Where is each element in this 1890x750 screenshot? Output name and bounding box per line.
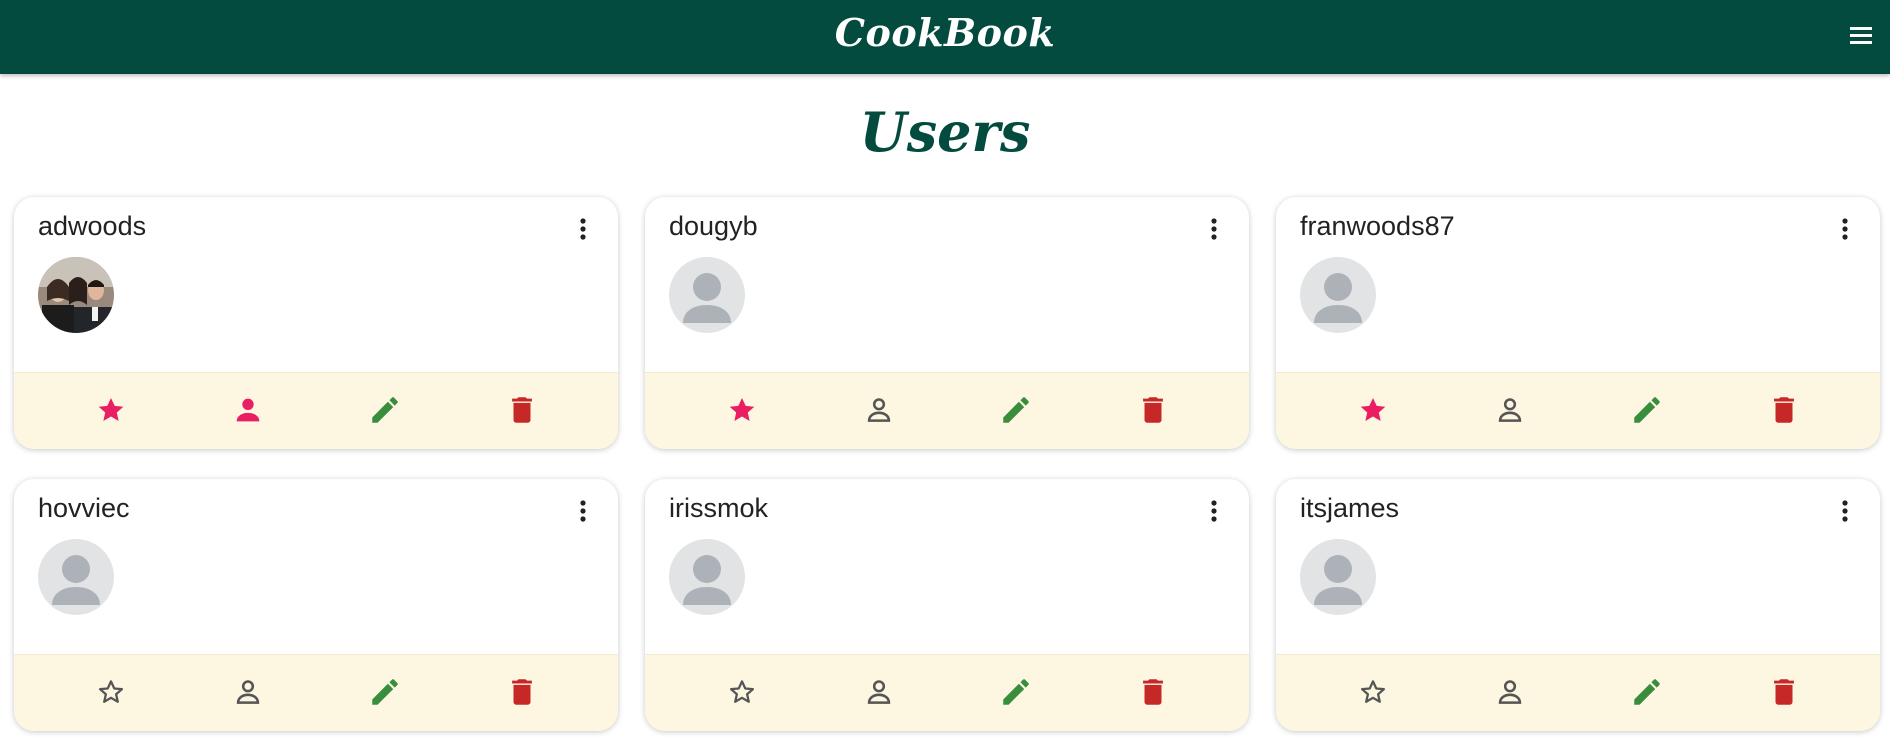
delete-trash-icon[interactable]: [505, 393, 539, 427]
more-options-icon[interactable]: [1209, 499, 1219, 523]
profile-person-filled-icon[interactable]: [231, 393, 265, 427]
profile-person-outline-icon[interactable]: [862, 675, 896, 709]
user-card: dougyb: [645, 197, 1249, 449]
card-actions: [645, 372, 1249, 449]
edit-pencil-icon[interactable]: [1630, 675, 1664, 709]
default-avatar-icon: [1300, 257, 1376, 333]
username: itsjames: [1300, 493, 1400, 523]
page-title: Users: [859, 100, 1031, 164]
default-avatar-icon: [669, 257, 745, 333]
user-card: itsjames: [1276, 479, 1880, 731]
delete-trash-icon[interactable]: [1767, 675, 1801, 709]
profile-person-outline-icon[interactable]: [231, 675, 265, 709]
favorite-star-filled-icon[interactable]: [94, 393, 128, 427]
hamburger-menu-icon[interactable]: [1848, 24, 1874, 46]
delete-trash-icon[interactable]: [505, 675, 539, 709]
delete-trash-icon[interactable]: [1136, 393, 1170, 427]
user-card: franwoods87: [1276, 197, 1880, 449]
card-actions: [14, 654, 618, 731]
more-options-icon[interactable]: [1840, 217, 1850, 241]
username: adwoods: [38, 211, 147, 241]
default-avatar-icon: [38, 539, 114, 615]
card-actions: [1276, 372, 1880, 449]
username: hovviec: [38, 493, 130, 523]
delete-trash-icon[interactable]: [1136, 675, 1170, 709]
edit-pencil-icon[interactable]: [999, 675, 1033, 709]
favorite-star-outline-icon[interactable]: [94, 675, 128, 709]
user-avatar-photo: [38, 257, 114, 333]
default-avatar-icon: [1300, 539, 1376, 615]
favorite-star-filled-icon[interactable]: [1356, 393, 1390, 427]
profile-person-outline-icon[interactable]: [1493, 393, 1527, 427]
app-header: CookBook: [0, 0, 1890, 74]
edit-pencil-icon[interactable]: [368, 393, 402, 427]
app-logo[interactable]: CookBook: [0, 10, 1890, 55]
more-options-icon[interactable]: [1209, 217, 1219, 241]
more-options-icon[interactable]: [578, 217, 588, 241]
delete-trash-icon[interactable]: [1767, 393, 1801, 427]
username: irissmok: [669, 493, 768, 523]
favorite-star-outline-icon[interactable]: [725, 675, 759, 709]
username: franwoods87: [1300, 211, 1455, 241]
favorite-star-filled-icon[interactable]: [725, 393, 759, 427]
default-avatar-icon: [669, 539, 745, 615]
user-card: irissmok: [645, 479, 1249, 731]
user-card: adwoods: [14, 197, 618, 449]
profile-person-outline-icon[interactable]: [862, 393, 896, 427]
username: dougyb: [669, 211, 758, 241]
more-options-icon[interactable]: [578, 499, 588, 523]
card-actions: [14, 372, 618, 449]
edit-pencil-icon[interactable]: [999, 393, 1033, 427]
edit-pencil-icon[interactable]: [1630, 393, 1664, 427]
card-actions: [645, 654, 1249, 731]
more-options-icon[interactable]: [1840, 499, 1850, 523]
card-actions: [1276, 654, 1880, 731]
user-card: hovviec: [14, 479, 618, 731]
favorite-star-outline-icon[interactable]: [1356, 675, 1390, 709]
edit-pencil-icon[interactable]: [368, 675, 402, 709]
profile-person-outline-icon[interactable]: [1493, 675, 1527, 709]
